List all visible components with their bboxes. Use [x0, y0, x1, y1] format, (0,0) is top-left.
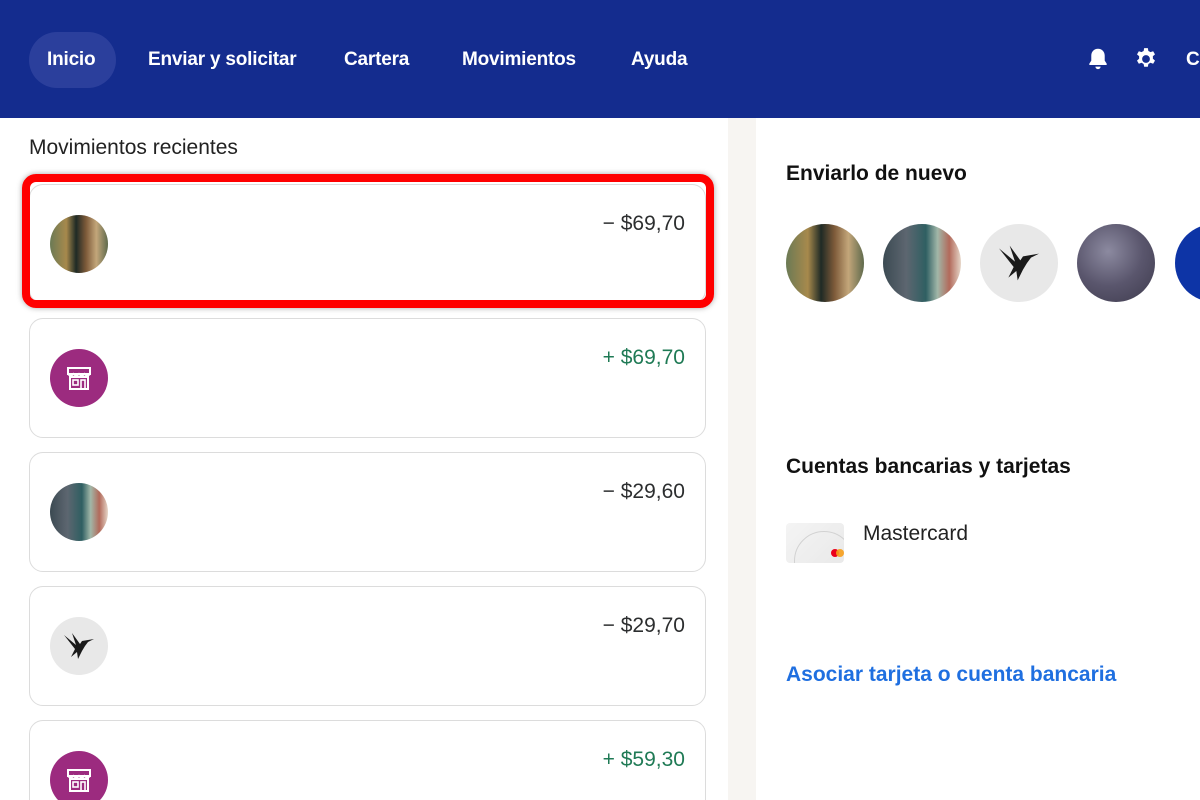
- nav-item-ayuda[interactable]: Ayuda: [631, 49, 688, 71]
- bell-icon[interactable]: [1085, 46, 1111, 72]
- gear-icon[interactable]: [1133, 46, 1159, 72]
- transaction-card[interactable]: − $29,60: [29, 452, 706, 572]
- contact-photo-avatar: [50, 483, 108, 541]
- transaction-amount: + $69,70: [602, 346, 685, 369]
- nav-item-inicio[interactable]: Inicio: [47, 49, 96, 71]
- transaction-card[interactable]: − $69,70: [29, 184, 706, 304]
- transaction-amount: − $29,70: [602, 614, 685, 637]
- transaction-amount: − $29,60: [602, 480, 685, 503]
- top-navigation: Inicio Enviar y solicitar Cartera Movimi…: [0, 0, 1200, 118]
- card-name[interactable]: Mastercard: [863, 522, 968, 546]
- hummingbird-icon: [50, 617, 108, 675]
- transaction-amount: + $59,30: [602, 748, 685, 771]
- store-icon: [50, 751, 108, 800]
- nav-item-enviar-solicitar[interactable]: Enviar y solicitar: [148, 49, 297, 71]
- contact-photo-avatar: [50, 215, 108, 273]
- send-again-contact-avatar[interactable]: [1077, 224, 1155, 302]
- nav-item-movimientos[interactable]: Movimientos: [462, 49, 576, 71]
- nav-item-truncated[interactable]: C: [1186, 49, 1200, 71]
- bank-accounts-title: Cuentas bancarias y tarjetas: [786, 455, 1071, 478]
- column-gutter: [728, 118, 756, 800]
- transaction-amount: − $69,70: [602, 212, 685, 235]
- transaction-card[interactable]: + $59,30: [29, 720, 706, 800]
- mastercard-logo-yellow: [836, 549, 844, 557]
- transaction-card[interactable]: + $69,70: [29, 318, 706, 438]
- store-icon: [50, 349, 108, 407]
- send-again-contact-avatar[interactable]: [786, 224, 864, 302]
- mastercard-card-icon[interactable]: [786, 523, 844, 563]
- send-again-title: Enviarlo de nuevo: [786, 162, 967, 185]
- recent-activity-title: Movimientos recientes: [29, 136, 238, 159]
- card-decoration: [794, 531, 844, 563]
- transaction-card[interactable]: − $29,70: [29, 586, 706, 706]
- nav-item-cartera[interactable]: Cartera: [344, 49, 409, 71]
- hummingbird-icon[interactable]: [980, 224, 1058, 302]
- send-again-contact-avatar[interactable]: [1175, 224, 1200, 302]
- send-again-contact-avatar[interactable]: [883, 224, 961, 302]
- link-card-or-bank-link[interactable]: Asociar tarjeta o cuenta bancaria: [786, 663, 1116, 687]
